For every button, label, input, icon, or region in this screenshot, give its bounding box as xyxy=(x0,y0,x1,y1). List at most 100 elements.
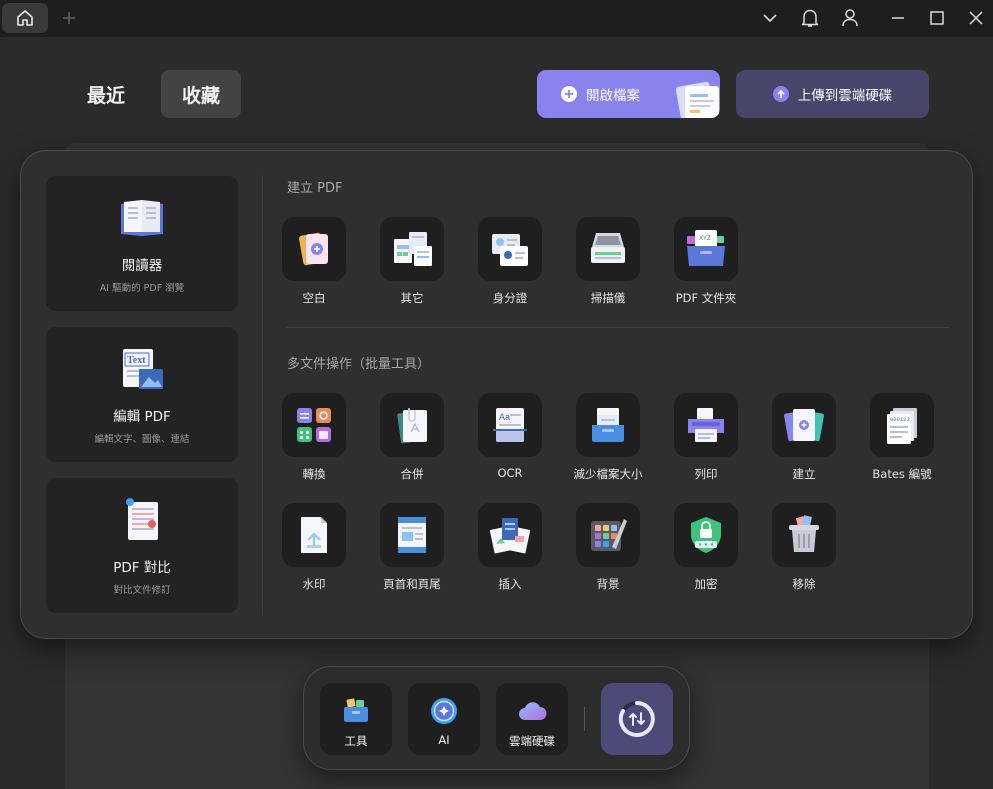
documents-icon xyxy=(394,232,432,266)
tool-scanner-label: 掃描儀 xyxy=(590,291,626,305)
tools-panel: 閱讀器 AI 驅動的 PDF 瀏覽 Text 編輯 PDF 編輯文字、圖像、連結 xyxy=(20,150,973,639)
tool-remove[interactable]: 移除 xyxy=(755,503,853,592)
minimize-icon xyxy=(892,17,904,19)
folder-icon-text: XYZ xyxy=(699,236,711,242)
new-tab-button[interactable] xyxy=(58,7,80,29)
plus-circle-icon xyxy=(561,86,577,102)
tool-bates[interactable]: 000123 Bates 編號 xyxy=(853,393,951,482)
watermark-icon xyxy=(301,517,327,553)
cloud-icon xyxy=(517,696,547,726)
ocr-icon-text: Aa xyxy=(499,412,510,422)
tool-pdf-folder[interactable]: XYZ PDF 文件夾 xyxy=(657,217,755,306)
sync-icon xyxy=(618,701,655,737)
open-file-label: 開啟檔案 xyxy=(586,88,640,104)
dock-tools-label: 工具 xyxy=(344,734,368,748)
edit-pdf-card[interactable]: Text 編輯 PDF 編輯文字、圖像、連結 xyxy=(46,327,238,462)
tool-create[interactable]: 建立 xyxy=(755,393,853,482)
notifications-button[interactable] xyxy=(797,6,823,30)
scanner-icon xyxy=(591,233,625,263)
compare-title: PDF 對比 xyxy=(113,560,171,576)
dock-divider xyxy=(584,707,585,731)
blank-page-icon xyxy=(299,232,328,266)
toolbox-icon xyxy=(341,696,371,726)
tool-insert[interactable]: 插入 xyxy=(461,503,559,592)
tool-other[interactable]: 其它 xyxy=(363,217,461,306)
ocr-icon: Aa xyxy=(493,408,527,442)
tool-bates-label: Bates 編號 xyxy=(872,467,932,481)
tool-pdf-folder-label: PDF 文件夾 xyxy=(675,291,737,305)
title-bar xyxy=(0,0,993,37)
tool-merge[interactable]: 合併 xyxy=(363,393,461,482)
tool-encrypt[interactable]: 加密 xyxy=(657,503,755,592)
convert-icon xyxy=(297,408,331,442)
edit-pdf-title: 編輯 PDF xyxy=(113,409,171,425)
id-card-icon xyxy=(492,234,528,266)
dock-cloud-label: 雲端硬碟 xyxy=(509,734,555,748)
ai-icon xyxy=(429,696,459,726)
tool-background-label: 背景 xyxy=(596,577,620,591)
open-file-button[interactable]: 開啟檔案 xyxy=(537,70,720,118)
tool-compress-label: 減少檔案大小 xyxy=(573,467,643,481)
compress-icon xyxy=(592,408,624,442)
tool-blank[interactable]: 空白 xyxy=(265,217,363,306)
documents-icon xyxy=(675,81,719,118)
tool-header-footer[interactable]: 頁首和頁尾 xyxy=(363,503,461,592)
account-button[interactable] xyxy=(837,6,863,30)
tool-merge-label: 合併 xyxy=(400,467,424,481)
dock-ai-label: AI xyxy=(438,733,450,747)
tool-watermark-label: 水印 xyxy=(302,577,326,591)
tool-watermark[interactable]: 水印 xyxy=(265,503,363,592)
bates-icon-text: 000123 xyxy=(890,416,910,423)
close-icon xyxy=(969,11,983,25)
bottom-dock: 工具 AI 雲端硬碟 xyxy=(303,666,690,770)
tool-ocr-label: OCR xyxy=(497,466,523,480)
dock-tools-button[interactable]: 工具 xyxy=(320,683,392,755)
tool-id-card-label: 身分證 xyxy=(492,291,528,305)
dock-cloud-button[interactable]: 雲端硬碟 xyxy=(496,683,568,755)
tool-blank-label: 空白 xyxy=(302,291,326,305)
palette-icon xyxy=(591,519,627,551)
tool-convert[interactable]: 轉換 xyxy=(265,393,363,482)
compare-card[interactable]: PDF 對比 對比文件修訂 xyxy=(46,478,238,613)
bell-icon xyxy=(801,9,819,27)
trash-icon xyxy=(789,515,819,552)
tool-ocr[interactable]: Aa OCR xyxy=(461,393,559,480)
tool-scanner[interactable]: 掃描儀 xyxy=(559,217,657,306)
tool-background[interactable]: 背景 xyxy=(559,503,657,592)
minimize-button[interactable] xyxy=(885,6,911,30)
home-tab[interactable] xyxy=(2,3,48,33)
edit-text-glyph: Text xyxy=(127,355,146,366)
upload-icon xyxy=(772,86,789,102)
maximize-button[interactable] xyxy=(924,6,950,30)
dock-ai-button[interactable]: AI xyxy=(408,683,480,755)
reader-subtitle: AI 驅動的 PDF 瀏覽 xyxy=(99,283,185,294)
tool-id-card[interactable]: 身分證 xyxy=(461,217,559,306)
upload-cloud-button[interactable]: 上傳到雲端硬碟 xyxy=(736,70,929,118)
tool-compress[interactable]: 減少檔案大小 xyxy=(559,393,657,482)
chevron-down-icon xyxy=(763,14,777,23)
tool-insert-label: 插入 xyxy=(498,577,522,591)
printer-icon xyxy=(688,408,724,442)
tool-print[interactable]: 列印 xyxy=(657,393,755,482)
tool-other-label: 其它 xyxy=(400,291,424,305)
edit-pdf-subtitle: 編輯文字、圖像、連結 xyxy=(94,434,190,445)
header-footer-icon xyxy=(398,517,426,553)
insert-pages-icon xyxy=(489,518,531,554)
dock-sync-button[interactable] xyxy=(601,683,673,755)
user-icon xyxy=(842,9,858,27)
tool-header-footer-label: 頁首和頁尾 xyxy=(383,577,441,591)
folder-icon: XYZ xyxy=(687,230,725,266)
tab-recent[interactable]: 最近 xyxy=(66,70,146,118)
batch-tools-heading: 多文件操作（批量工具） xyxy=(287,357,431,372)
dropdown-button[interactable] xyxy=(757,6,783,30)
plus-icon xyxy=(63,12,75,24)
reader-title: 閱讀器 xyxy=(121,258,163,274)
shield-lock-icon xyxy=(691,517,721,553)
section-divider xyxy=(287,327,949,328)
merge-icon xyxy=(397,408,427,444)
close-button[interactable] xyxy=(963,6,989,30)
book-icon xyxy=(117,196,167,240)
reader-card[interactable]: 閱讀器 AI 驅動的 PDF 瀏覽 xyxy=(46,176,238,311)
tab-favorites[interactable]: 收藏 xyxy=(161,70,241,118)
compare-subtitle: 對比文件修訂 xyxy=(113,585,171,596)
